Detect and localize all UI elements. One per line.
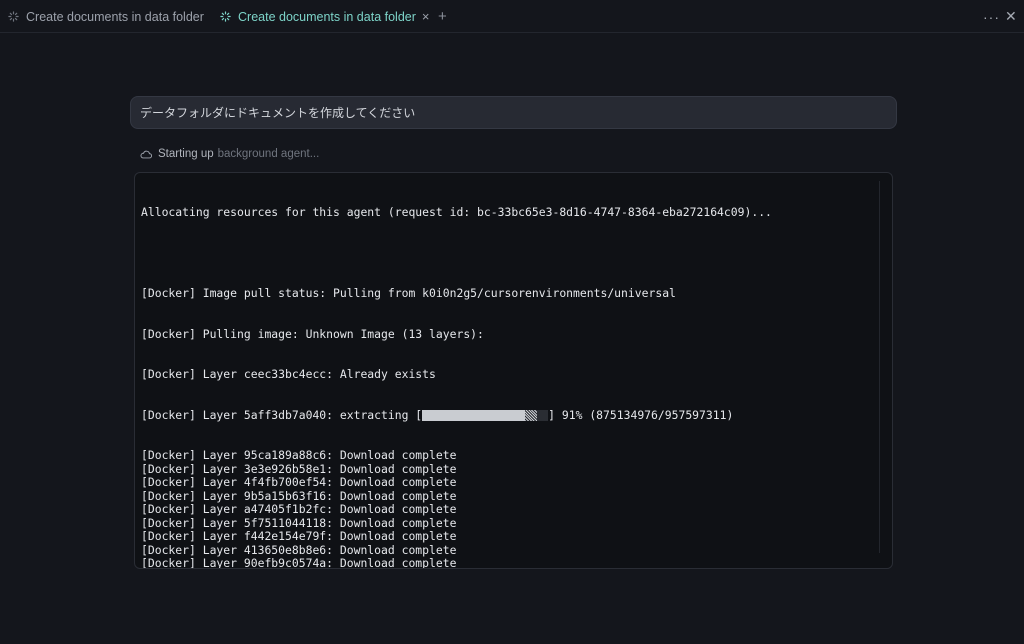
log-line-download-complete: [Docker] Layer 90efb9c0574a: Download co… <box>141 556 457 569</box>
loading-spinner-icon <box>8 11 19 22</box>
log-line-pull-status: [Docker] Image pull status: Pulling from… <box>141 286 676 300</box>
close-panel-icon[interactable]: ✕ <box>1005 0 1017 33</box>
tab-label: Create documents in data folder <box>238 9 416 24</box>
extract-progress-fill <box>422 409 526 421</box>
log-line-download-complete: [Docker] Layer 3e3e926b58e1: Download co… <box>141 461 457 476</box>
extract-progress-edge <box>525 409 538 421</box>
log-line-download-complete: [Docker] Layer 95ca189a88c6: Download co… <box>141 448 457 462</box>
extract-prefix: [Docker] Layer 5aff3db7a040: extracting … <box>141 407 423 422</box>
agent-status: Starting up background agent... <box>140 144 319 164</box>
log-line-pulling-image: [Docker] Pulling image: Unknown Image (1… <box>141 326 484 341</box>
cloud-icon <box>140 150 152 158</box>
terminal-lines: Allocating resources for this agent (req… <box>141 179 772 569</box>
log-line-extracting: [Docker] Layer 5aff3db7a040: extracting … <box>141 407 772 423</box>
terminal-scrollbar[interactable] <box>879 181 880 553</box>
log-line-download-complete: [Docker] Layer 413650e8b8e6: Download co… <box>141 542 457 557</box>
tab-create-documents-2[interactable]: Create documents in data folder × <box>220 0 429 33</box>
log-line-download-complete: [Docker] Layer f442e154e79f: Download co… <box>141 529 457 543</box>
tab-create-documents-1[interactable]: Create documents in data folder <box>8 0 204 33</box>
tab-label: Create documents in data folder <box>26 9 204 24</box>
log-line-layer-exists: [Docker] Layer ceec33bc4ecc: Already exi… <box>141 367 436 381</box>
extract-progress-bar <box>422 409 549 421</box>
extract-suffix: ] 91% (875134976/957597311) <box>548 407 734 422</box>
loading-spinner-icon <box>220 11 231 22</box>
status-text: Starting up <box>158 148 214 160</box>
new-tab-plus-icon[interactable]: + <box>438 0 447 33</box>
prompt-text: データフォルダにドキュメントを作成してください <box>140 106 416 120</box>
status-subtext: background agent... <box>217 148 320 160</box>
tab-close-icon[interactable]: × <box>422 10 430 23</box>
log-line-download-complete: [Docker] Layer 5f7511044118: Download co… <box>141 515 457 530</box>
more-options-icon[interactable]: ··· <box>983 0 1000 33</box>
tab-bar: Create documents in data folder Create d… <box>0 0 1024 33</box>
log-line-download-complete: [Docker] Layer 9b5a15b63f16: Download co… <box>141 488 457 503</box>
log-line-blank <box>141 247 772 261</box>
terminal-output[interactable]: Allocating resources for this agent (req… <box>134 172 893 569</box>
log-line-download-complete: [Docker] Layer 4f4fb700ef54: Download co… <box>141 475 457 489</box>
prompt-message: データフォルダにドキュメントを作成してください <box>130 96 897 129</box>
log-line-allocating: Allocating resources for this agent (req… <box>141 205 772 219</box>
log-line-download-complete: [Docker] Layer a47405f1b2fc: Download co… <box>141 502 457 516</box>
